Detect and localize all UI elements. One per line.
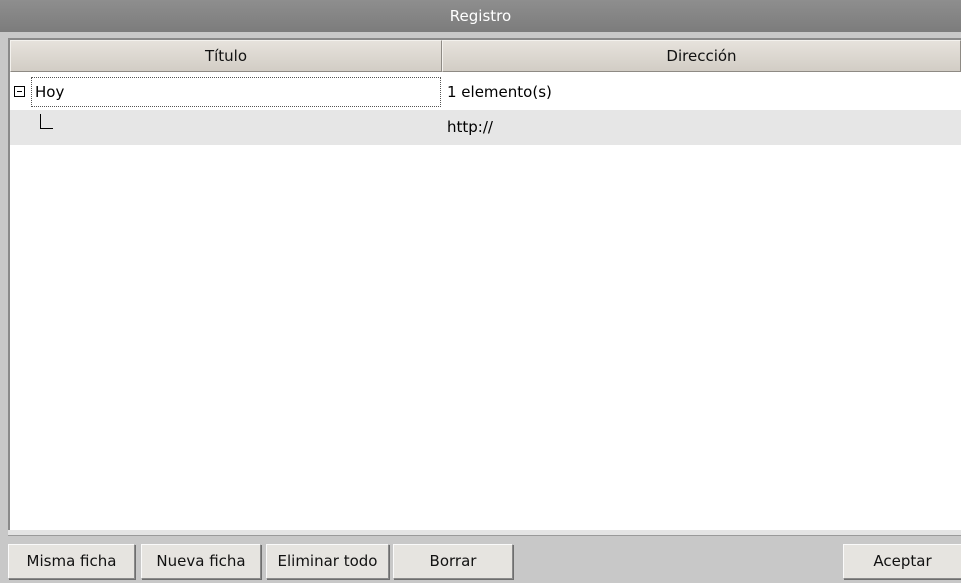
accept-button[interactable]: Aceptar	[843, 544, 961, 579]
entry-address-label: http://	[447, 118, 493, 136]
delete-button[interactable]: Borrar	[393, 544, 513, 579]
group-title-label[interactable]: Hoy	[31, 77, 441, 107]
open-same-tab-button[interactable]: Misma ficha	[8, 544, 135, 579]
delete-all-button[interactable]: Eliminar todo	[266, 544, 389, 579]
history-dialog: Registro Título Dirección Hoy 1 elemento…	[0, 0, 961, 583]
history-tree-list[interactable]: Título Dirección Hoy 1 elemento(s) http:…	[8, 38, 961, 530]
group-count-label: 1 elemento(s)	[447, 83, 552, 101]
tree-row-group[interactable]: Hoy 1 elemento(s)	[10, 75, 961, 110]
open-new-tab-button[interactable]: Nueva ficha	[141, 544, 261, 579]
dialog-title: Registro	[0, 0, 961, 32]
collapse-icon[interactable]	[14, 86, 25, 97]
entry-title-cell	[10, 110, 442, 145]
list-bottom-edge	[8, 530, 961, 536]
column-header-address[interactable]: Dirección	[442, 40, 961, 72]
list-header: Título Dirección	[10, 40, 961, 72]
tree-elbow-icon	[40, 114, 53, 129]
column-header-title[interactable]: Título	[10, 40, 442, 72]
tree-row-entry[interactable]: http://	[10, 110, 961, 145]
group-title-cell: Hoy	[10, 75, 442, 110]
